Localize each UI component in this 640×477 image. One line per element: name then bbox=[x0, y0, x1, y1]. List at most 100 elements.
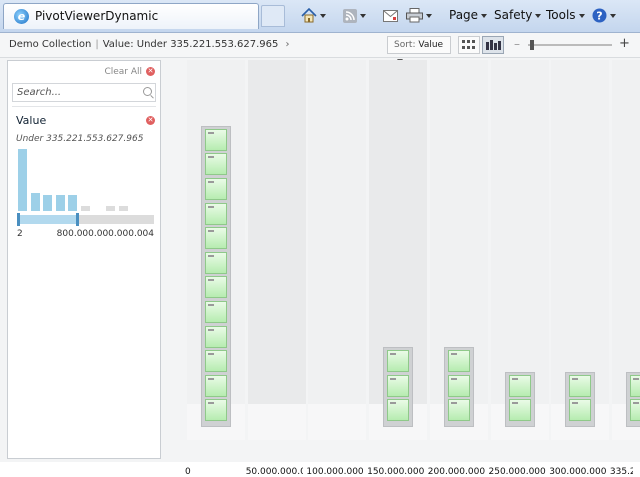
x-axis-label: 250.000.000.000.000 bbox=[488, 467, 546, 477]
collection-item-card[interactable] bbox=[205, 325, 227, 348]
x-axis-label: 335.221.553.627.965 bbox=[609, 467, 633, 477]
search-icon[interactable] bbox=[143, 87, 152, 96]
graph-column[interactable] bbox=[308, 60, 367, 440]
collection-item-card[interactable] bbox=[447, 374, 470, 397]
home-dropdown-icon[interactable] bbox=[320, 13, 326, 18]
collection-item-card[interactable] bbox=[205, 276, 227, 299]
histogram-bar[interactable] bbox=[81, 206, 90, 211]
graph-column[interactable] bbox=[247, 60, 306, 440]
chevron-right-icon: › bbox=[285, 39, 290, 50]
clear-all-icon[interactable]: ✕ bbox=[146, 67, 155, 76]
collection-item-card[interactable] bbox=[569, 374, 592, 397]
facet-title[interactable]: Value bbox=[16, 114, 46, 127]
graph-view: 0 50.000.000.000.000100.000.000.000.00015… bbox=[165, 60, 640, 477]
print-button[interactable] bbox=[406, 7, 432, 25]
browser-tab[interactable]: e PivotViewerDynamic bbox=[3, 3, 259, 29]
collection-item-card[interactable] bbox=[205, 128, 227, 151]
graph-column-footer bbox=[308, 404, 367, 440]
x-axis-label: 300.000.000.000.000 bbox=[549, 467, 607, 477]
collection-item-card[interactable] bbox=[447, 350, 470, 373]
help-button[interactable]: ? bbox=[592, 7, 616, 25]
chevron-down-icon bbox=[481, 13, 488, 18]
tools-menu[interactable]: Tools bbox=[546, 7, 585, 25]
feeds-button[interactable] bbox=[343, 7, 366, 25]
zoom-out-button[interactable]: – bbox=[514, 37, 520, 51]
print-dropdown-icon[interactable] bbox=[426, 13, 432, 18]
collection-item-card[interactable] bbox=[205, 227, 227, 250]
range-max-handle[interactable] bbox=[75, 213, 79, 226]
collection-item-card[interactable] bbox=[205, 178, 227, 200]
x-axis-label: 0 bbox=[185, 467, 191, 477]
histogram-bar[interactable] bbox=[55, 195, 65, 211]
breadcrumb-separator: | bbox=[95, 39, 99, 50]
collection-item-card[interactable] bbox=[629, 399, 640, 422]
collection-item-card[interactable] bbox=[387, 399, 410, 422]
x-axis-label: 100.000.000.000.000 bbox=[306, 467, 364, 477]
range-slider[interactable] bbox=[17, 213, 154, 226]
sort-dropdown[interactable]: Sort: Value bbox=[387, 36, 451, 63]
home-icon bbox=[301, 8, 317, 23]
mail-icon bbox=[383, 9, 398, 22]
help-dropdown-icon[interactable] bbox=[610, 13, 616, 18]
feeds-dropdown-icon[interactable] bbox=[360, 13, 366, 18]
search-input[interactable]: Search... bbox=[12, 83, 156, 102]
collection-item-card[interactable] bbox=[205, 301, 227, 323]
pivot-viewer: Demo Collection | Value: Under 335.221.553… bbox=[0, 33, 640, 477]
collection-item-card[interactable] bbox=[205, 399, 227, 422]
safety-menu-label: Safety bbox=[494, 8, 533, 22]
collection-item-card[interactable] bbox=[508, 399, 531, 422]
zoom-in-button[interactable]: + bbox=[619, 36, 630, 51]
x-axis-label: 200.000.000.000.000 bbox=[427, 467, 485, 477]
histogram-bar[interactable] bbox=[68, 195, 78, 211]
collection-item-card[interactable] bbox=[205, 251, 227, 274]
read-mail-button[interactable] bbox=[383, 7, 398, 25]
graph-column-footer bbox=[247, 404, 306, 440]
value-histogram[interactable] bbox=[16, 147, 156, 211]
histogram-bar[interactable] bbox=[118, 206, 128, 211]
home-button[interactable] bbox=[301, 7, 326, 25]
svg-text:?: ? bbox=[596, 10, 602, 23]
graph-view-icon bbox=[486, 40, 501, 50]
rss-feed-icon bbox=[343, 8, 357, 23]
printer-icon bbox=[406, 8, 423, 23]
chevron-down-icon bbox=[535, 13, 542, 18]
grid-view-button[interactable] bbox=[458, 36, 480, 54]
collection-item-card[interactable] bbox=[387, 350, 410, 373]
safety-menu[interactable]: Safety bbox=[494, 7, 542, 25]
histogram-bar[interactable] bbox=[30, 193, 40, 211]
breadcrumb-root[interactable]: Demo Collection bbox=[9, 39, 91, 50]
collection-item-card[interactable] bbox=[205, 374, 227, 397]
histogram-bar[interactable] bbox=[106, 206, 116, 211]
x-axis-label: 150.000.000.000.000 bbox=[367, 467, 425, 477]
grid-view-icon bbox=[462, 40, 475, 49]
collection-item-card[interactable] bbox=[447, 399, 470, 422]
help-icon: ? bbox=[592, 8, 607, 23]
range-min-handle[interactable] bbox=[17, 213, 20, 226]
collection-item-card[interactable] bbox=[205, 153, 227, 176]
graph-view-button[interactable] bbox=[482, 36, 504, 54]
collection-item-card[interactable] bbox=[205, 350, 227, 373]
collection-item-card[interactable] bbox=[629, 374, 640, 397]
collection-item-card[interactable] bbox=[508, 374, 531, 397]
breadcrumb-filter[interactable]: Value: Under 335.221.553.627.965 bbox=[103, 39, 279, 50]
browser-chrome: e PivotViewerDynamic Page Safety Tools ? bbox=[0, 0, 640, 33]
zoom-slider-thumb[interactable] bbox=[530, 40, 534, 50]
sort-value: Value bbox=[418, 40, 444, 50]
facet-filter-text: Under 335.221.553.627.965 bbox=[16, 134, 144, 144]
page-menu[interactable]: Page bbox=[449, 7, 488, 25]
range-slider-fill bbox=[17, 215, 79, 224]
new-tab-button[interactable] bbox=[261, 5, 285, 27]
range-min-label: 2 bbox=[17, 229, 23, 239]
collection-item-card[interactable] bbox=[205, 202, 227, 225]
tab-title: PivotViewerDynamic bbox=[35, 9, 159, 23]
clear-all-link[interactable]: Clear All bbox=[104, 67, 142, 77]
collection-item-card[interactable] bbox=[387, 374, 410, 397]
collection-item-card[interactable] bbox=[569, 399, 592, 422]
histogram-bar[interactable] bbox=[18, 149, 27, 211]
search-placeholder: Search... bbox=[17, 87, 62, 98]
histogram-bar[interactable] bbox=[43, 195, 53, 211]
page-menu-label: Page bbox=[449, 8, 479, 22]
pivot-toolbar: Demo Collection | Value: Under 335.221.553… bbox=[0, 33, 640, 63]
clear-facet-icon[interactable]: ✕ bbox=[146, 116, 155, 125]
zoom-slider[interactable] bbox=[528, 44, 612, 46]
